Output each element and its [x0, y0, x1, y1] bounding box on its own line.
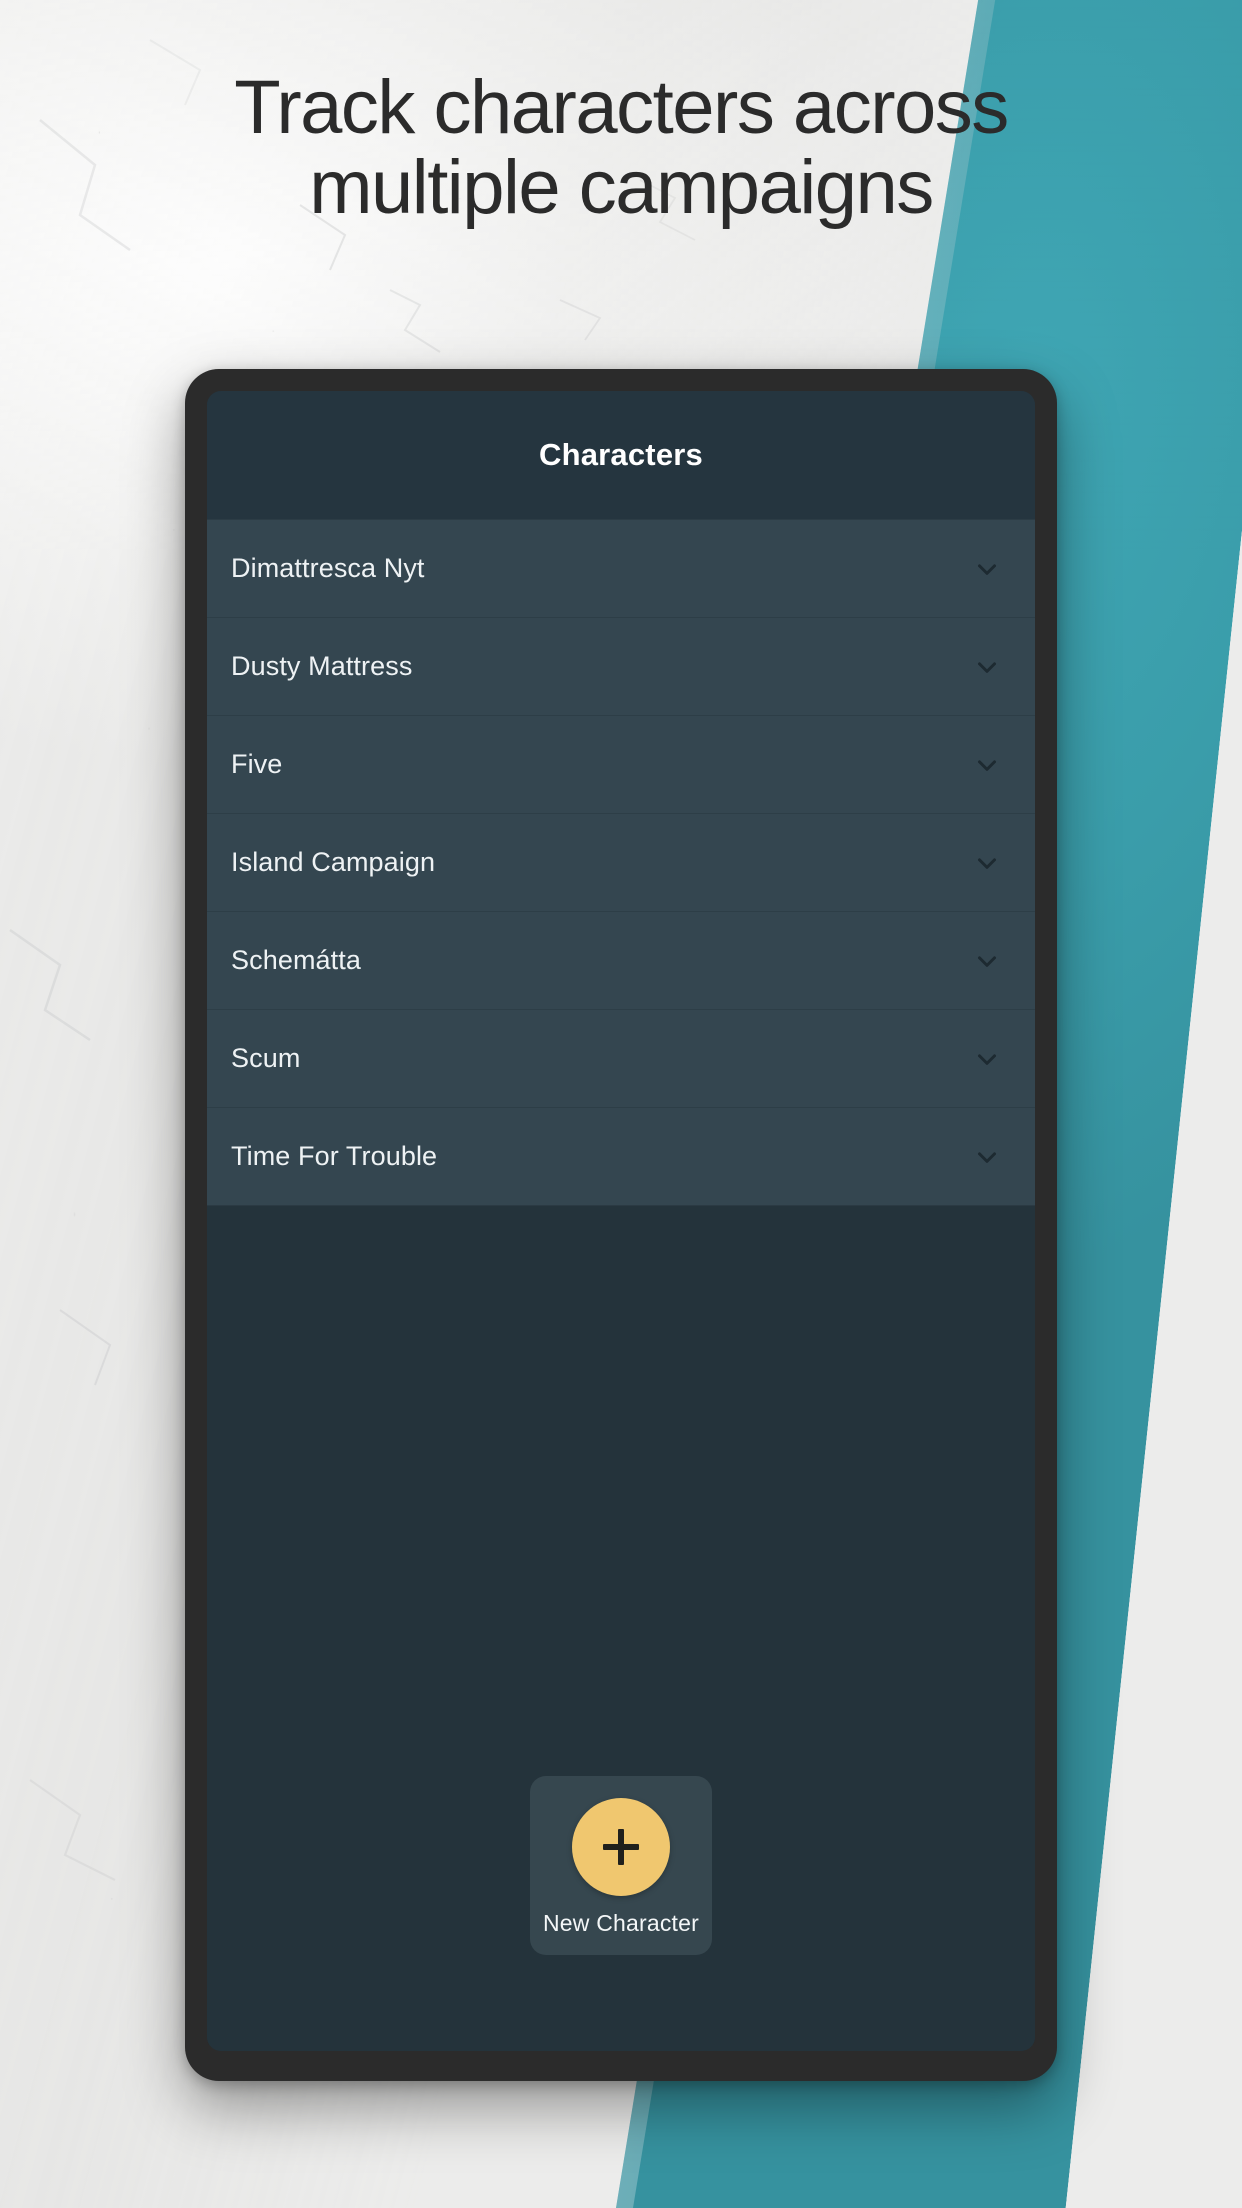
- app-bar: Characters: [207, 391, 1035, 519]
- chevron-down-icon[interactable]: [967, 745, 1007, 785]
- promo-headline: Track characters across multiple campaig…: [0, 68, 1242, 228]
- app-bar-title: Characters: [539, 437, 703, 472]
- chevron-down-icon[interactable]: [967, 1039, 1007, 1079]
- character-name: Scum: [231, 1043, 301, 1073]
- promo-headline-line-1: Track characters across: [234, 65, 1009, 150]
- list-item[interactable]: Dusty Mattress: [207, 618, 1035, 716]
- empty-list-area: New Character: [207, 1206, 1035, 2051]
- list-item[interactable]: Schemátta: [207, 912, 1035, 1010]
- chevron-down-icon[interactable]: [967, 941, 1007, 981]
- list-item[interactable]: Dimattresca Nyt: [207, 520, 1035, 618]
- character-name: Time For Trouble: [231, 1141, 438, 1171]
- chevron-down-icon[interactable]: [967, 1137, 1007, 1177]
- new-character-label: New Character: [543, 1910, 699, 1936]
- character-list: Dimattresca Nyt Dusty Mattress Five Isla…: [207, 519, 1035, 1206]
- plus-icon[interactable]: [572, 1798, 670, 1896]
- chevron-down-icon[interactable]: [967, 647, 1007, 687]
- new-character-button[interactable]: New Character: [530, 1776, 712, 1955]
- promo-headline-line-2: multiple campaigns: [309, 144, 934, 230]
- phone-screen: Characters Dimattresca Nyt Dusty Mattres…: [207, 391, 1035, 2051]
- list-item[interactable]: Scum: [207, 1010, 1035, 1108]
- phone-mockup: Characters Dimattresca Nyt Dusty Mattres…: [185, 369, 1057, 2081]
- character-name: Five: [231, 749, 283, 779]
- chevron-down-icon[interactable]: [967, 549, 1007, 589]
- list-item[interactable]: Island Campaign: [207, 814, 1035, 912]
- list-item[interactable]: Five: [207, 716, 1035, 814]
- chevron-down-icon[interactable]: [967, 843, 1007, 883]
- character-name: Dimattresca Nyt: [231, 553, 425, 583]
- character-name: Schemátta: [231, 945, 361, 975]
- character-name: Island Campaign: [231, 847, 436, 877]
- list-item[interactable]: Time For Trouble: [207, 1108, 1035, 1206]
- promo-screenshot: Track characters across multiple campaig…: [0, 0, 1242, 2208]
- character-name: Dusty Mattress: [231, 651, 413, 681]
